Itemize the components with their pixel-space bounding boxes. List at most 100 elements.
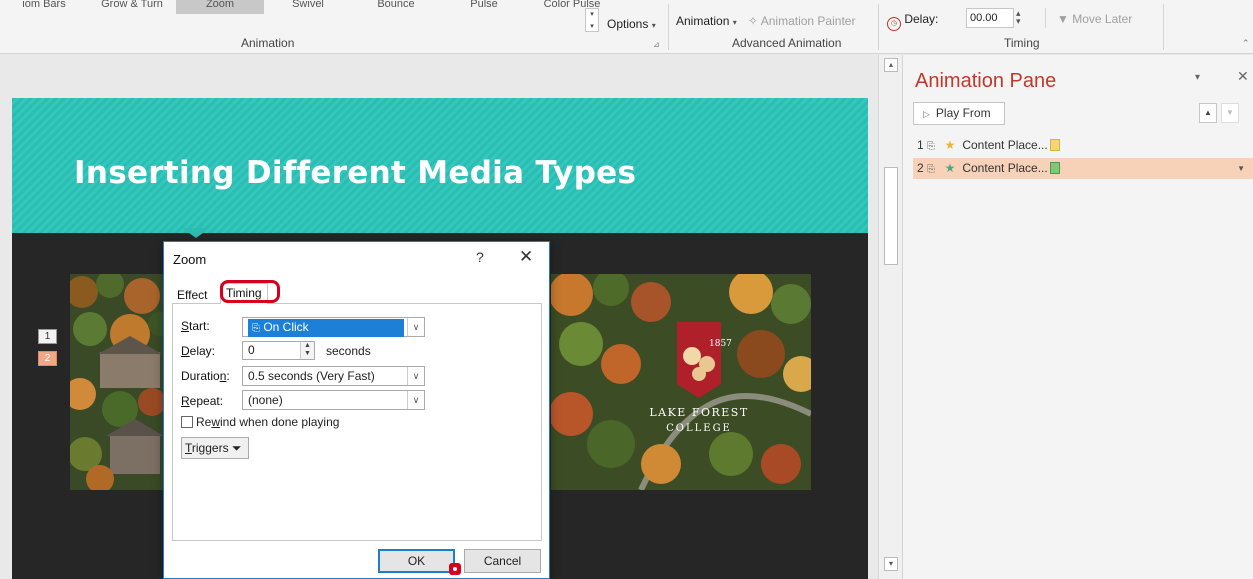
item-dropdown-icon[interactable]: ▼ <box>1237 158 1245 179</box>
effect-options-label: Options <box>607 17 649 31</box>
animation-tag-2[interactable]: 2 <box>38 351 57 366</box>
close-icon[interactable]: ✕ <box>519 247 533 267</box>
slide-title[interactable]: Inserting Different Media Types <box>74 155 636 191</box>
gallery-item-pulse[interactable]: Pulse <box>440 0 528 14</box>
animation-item-label: Content Place... <box>962 138 1048 152</box>
click-marker-icon <box>449 563 461 575</box>
effect-options-button[interactable]: Options ▾ <box>607 17 656 31</box>
animation-group-label: Animation <box>241 36 295 50</box>
play-from-label: Play From <box>935 106 991 120</box>
add-animation-button[interactable]: Animation ▾ <box>676 14 737 28</box>
duration-select-value: 0.5 seconds (Very Fast) <box>248 369 375 383</box>
mouse-click-icon: ⎘ <box>252 323 260 334</box>
animation-list-item-selected[interactable]: 2 ⎘ ★ Content Place... ▼ <box>913 158 1253 179</box>
gallery-item-grow-turn[interactable]: Grow & Turn <box>88 0 176 14</box>
college-name-line2: COLLEGE <box>666 423 732 434</box>
scrollbar-thumb[interactable] <box>884 167 898 265</box>
move-up-button[interactable]: ▲ <box>1199 103 1217 123</box>
clock-icon: ◷ <box>887 17 901 31</box>
campus-photo-right[interactable]: 1857 LAKE FOREST COLLEGE <box>551 274 811 490</box>
chevron-down-icon: ∨ <box>407 318 424 336</box>
gallery-item-bounce[interactable]: Bounce <box>352 0 440 14</box>
ribbon-separator <box>668 4 669 50</box>
scroll-down-button[interactable]: ▾ <box>884 557 898 571</box>
campus-photo-left[interactable] <box>70 274 168 490</box>
timing-tab-panel: Start: ⎘ On Click ∨ Delay: 0 ▲ ▼ seconds … <box>172 303 542 541</box>
ribbon-delay-spinner[interactable]: ▴ ▾ <box>1016 9 1021 26</box>
add-animation-label: Animation <box>676 14 730 28</box>
dialog-title: Zoom <box>173 252 207 267</box>
chevron-down-icon: ∨ <box>407 391 424 409</box>
move-later-label: Move Later <box>1072 12 1133 26</box>
start-select-value: On Click <box>263 320 309 334</box>
animation-gallery: iom Bars Grow & Turn Zoom Swivel Bounce … <box>0 0 616 14</box>
ribbon-separator <box>1045 8 1046 28</box>
star-icon: ★ <box>944 138 956 152</box>
timing-group-label: Timing <box>1004 36 1040 50</box>
repeat-select-value: (none) <box>248 393 283 407</box>
ribbon-separator <box>1163 4 1164 50</box>
chevron-down-icon: ∨ <box>407 367 424 385</box>
banner-notch <box>182 228 210 238</box>
rewind-checkbox[interactable] <box>181 416 193 428</box>
gallery-item-swivel[interactable]: Swivel <box>264 0 352 14</box>
pane-close-icon[interactable]: ✕ <box>1237 68 1249 85</box>
animation-pane: Animation Pane ▾ ✕ ▷ Play From ▲ ▼ 1 ⎘ ★ Co… <box>902 55 1253 579</box>
mouse-click-icon: ⎘ <box>927 164 935 175</box>
animation-item-label: Content Place... <box>962 161 1048 175</box>
move-later-button[interactable]: ▼ Move Later <box>1057 12 1132 26</box>
play-from-button[interactable]: ▷ Play From <box>913 102 1005 125</box>
editor-scrollbar[interactable]: ▴ ▾ <box>878 55 902 579</box>
seal-year: 1857 <box>709 339 732 349</box>
animation-list-item[interactable]: 1 ⎘ ★ Content Place... <box>913 135 1253 156</box>
gallery-more-button[interactable]: ▾ ▾ <box>585 8 599 32</box>
animation-item-number: 2 <box>917 161 924 175</box>
chevron-down-icon: ▾ <box>732 18 737 27</box>
timing-tab-highlight <box>220 280 280 303</box>
double-chevron-down-icon: ⏷ <box>231 441 242 455</box>
gallery-item-wipe-bars[interactable]: iom Bars <box>0 0 88 14</box>
gallery-item-color-pulse[interactable]: Color Pulse <box>528 0 616 14</box>
college-name-line1: LAKE FOREST <box>649 406 748 419</box>
timing-bar <box>1049 162 1060 174</box>
animation-item-number: 1 <box>917 138 924 152</box>
delay-spinner[interactable]: ▲ ▼ <box>300 342 314 359</box>
animation-tag-1[interactable]: 1 <box>38 329 57 344</box>
ribbon-delay-input[interactable]: 00.00 <box>966 8 1014 28</box>
scroll-up-button[interactable]: ▴ <box>884 58 898 72</box>
collapse-ribbon-icon[interactable]: ⌃ <box>1242 38 1250 49</box>
play-icon: ▷ <box>923 109 930 119</box>
start-select[interactable]: ⎘ On Click ∨ <box>242 317 425 337</box>
help-button[interactable]: ? <box>476 249 484 265</box>
duration-label: Duration: <box>181 369 230 383</box>
star-icon: ★ <box>944 161 956 175</box>
delay-label: Delay: <box>181 344 216 358</box>
rewind-label: Rewind when done playing <box>196 415 340 429</box>
pane-title: Animation Pane <box>915 70 1057 92</box>
delay-label-wrap: ◷ Delay: <box>887 12 938 31</box>
advanced-group-label: Advanced Animation <box>732 36 842 50</box>
triggers-button[interactable]: Triggers ⏷ <box>181 437 249 459</box>
ribbon-separator <box>878 4 879 50</box>
cancel-button[interactable]: Cancel <box>464 549 541 573</box>
rewind-checkbox-row[interactable]: Rewind when done playing <box>181 415 339 429</box>
chevron-down-icon: ▾ <box>651 21 656 30</box>
pane-options-icon[interactable]: ▾ <box>1195 72 1200 83</box>
start-label: Start: <box>181 319 210 333</box>
animation-painter-label: Animation Painter <box>760 14 856 28</box>
delay-label: Delay: <box>904 12 939 26</box>
mouse-click-icon: ⎘ <box>927 141 935 152</box>
repeat-label: Repeat: <box>181 394 224 408</box>
move-down-button[interactable]: ▼ <box>1221 103 1239 123</box>
duration-select[interactable]: 0.5 seconds (Very Fast) ∨ <box>242 366 425 386</box>
animation-painter-button[interactable]: ✧ Animation Painter <box>748 14 855 28</box>
tab-effect[interactable]: Effect <box>172 286 212 304</box>
seconds-label: seconds <box>326 344 371 358</box>
ribbon: iom Bars Grow & Turn Zoom Swivel Bounce … <box>0 0 1253 54</box>
ok-button[interactable]: OK <box>378 549 455 573</box>
gallery-item-zoom[interactable]: Zoom <box>176 0 264 14</box>
dialog-launcher-icon[interactable]: ⊿ <box>653 40 660 49</box>
repeat-select[interactable]: (none) ∨ <box>242 390 425 410</box>
timing-bar <box>1049 139 1060 151</box>
paintbrush-icon: ✧ <box>748 14 759 28</box>
